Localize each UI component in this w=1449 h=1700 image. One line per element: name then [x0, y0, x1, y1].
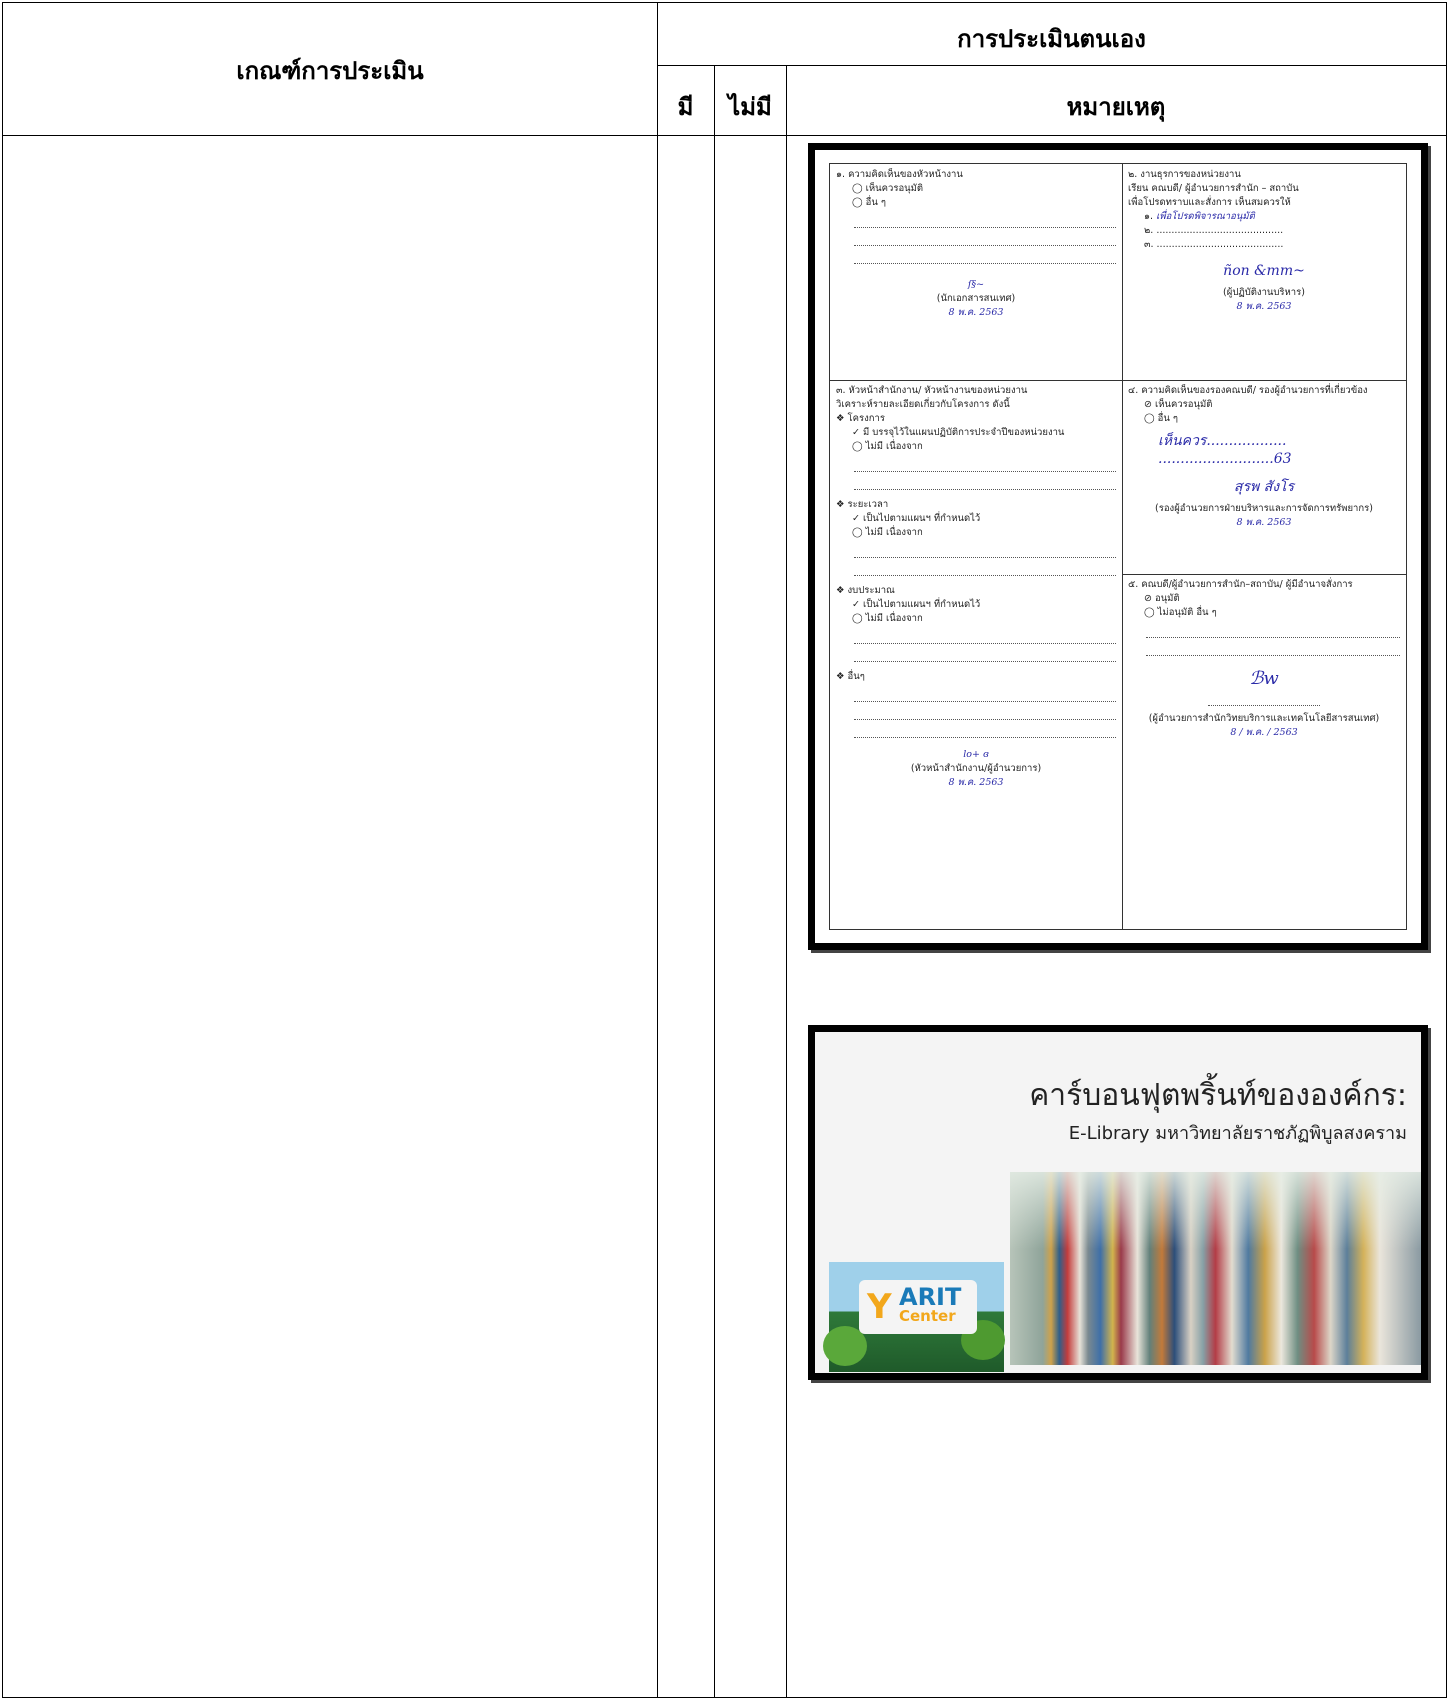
s2-title: ๒. งานธุรการของหน่วยงาน	[1128, 169, 1241, 180]
s4-handwritten-note: เห็นควร.................................…	[1158, 433, 1292, 467]
s2-line1: เรียน คณบดี/ ผู้อำนวยการสำนัก – สถาบัน	[1128, 183, 1299, 194]
s3-line1: วิเคราะห์รายละเอียดเกี่ยวกับโครงการ ดังน…	[836, 399, 1010, 410]
s3-period-opt2: ◯ ไม่มี เนื่องจาก	[852, 527, 923, 538]
column-divider-yes	[714, 65, 715, 1697]
scanned-approval-form: ๑. ความคิดเห็นของหัวหน้างาน ◯ เห็นควรอนุ…	[808, 143, 1428, 950]
self-assessment-header: การประเมินตนเอง	[957, 25, 1146, 53]
section-project-analysis: ๓. หัวหน้าสำนักงาน/ หัวหน้างานของหน่วยงา…	[830, 380, 1122, 929]
s2-signature: ñon &mm~	[1223, 263, 1305, 279]
s2-item3: ๓. .....................................…	[1144, 239, 1284, 250]
s5-option-reject: ◯ ไม่อนุมัติ อื่น ๆ	[1144, 607, 1217, 618]
s3-project-opt2: ◯ ไม่มี เนื่องจาก	[852, 441, 923, 452]
s3-project: ❖ โครงการ	[836, 413, 885, 424]
section-admin: ๒. งานธุรการของหน่วยงาน เรียน คณบดี/ ผู้…	[1122, 164, 1406, 380]
s5-option-approve: ⊘ อนุมัติ	[1144, 593, 1180, 604]
s3-budget: ❖ งบประมาณ	[836, 585, 895, 596]
s1-option-other: ◯ อื่น ๆ	[852, 197, 886, 208]
s4-date: 8 พ.ค. 2563	[1236, 517, 1292, 528]
s3-signature: lo+ ɞ	[963, 749, 989, 760]
yes-header: มี	[677, 93, 694, 121]
s3-period-opt1: ✓ เป็นไปตามแผนฯ ที่กำหนดไว้	[852, 513, 981, 524]
carbon-footprint-banner: คาร์บอนฟุตพริ้นท์ขององค์กร: E-Library มห…	[808, 1025, 1428, 1380]
s1-sign-label: (นักเอกสารสนเทศ)	[936, 293, 1016, 304]
remark-header: หมายเหตุ	[1066, 93, 1166, 121]
s5-title: ๕. คณบดี/ผู้อำนวยการสำนัก–สถาบัน/ ผู้มีอ…	[1128, 579, 1353, 590]
s2-item1: ๑. เพื่อโปรดพิจารณาอนุมัติ	[1144, 211, 1255, 222]
s1-option-approve: ◯ เห็นควรอนุมัติ	[852, 183, 924, 194]
s1-signature: ſ§~	[967, 279, 985, 290]
logo-text-center: Center	[899, 1307, 956, 1325]
s4-option-other: ◯ อื่น ๆ	[1144, 413, 1178, 424]
s5-sign-label: (ผู้อำนวยการสำนักวิทยบริการและเทคโนโลยีส…	[1148, 713, 1380, 724]
s2-sign-label: (ผู้ปฏิบัติงานบริหาร)	[1223, 287, 1305, 298]
no-header: ไม่มี	[728, 93, 772, 121]
s3-budget-opt1: ✓ เป็นไปตามแผนฯ ที่กำหนดไว้	[852, 599, 981, 610]
s5-date: 8 / พ.ค. / 2563	[1230, 727, 1298, 738]
s1-title: ๑. ความคิดเห็นของหัวหน้างาน	[836, 169, 963, 180]
s2-line2: เพื่อโปรดทราบและสั่งการ เห็นสมควรให้	[1128, 197, 1291, 208]
arit-center-logo: Y ARIT Center	[823, 1262, 1005, 1372]
section-deputy-opinion: ๔. ความคิดเห็นของรองคณบดี/ รองผู้อำนวยกา…	[1122, 380, 1406, 574]
banner-subtitle: E-Library มหาวิทยาลัยราชภัฏพิบูลสงคราม	[1068, 1123, 1407, 1144]
s3-budget-opt2: ◯ ไม่มี เนื่องจาก	[852, 613, 923, 624]
column-divider-criteria	[657, 3, 658, 1697]
s2-item2: ๒. .....................................…	[1144, 225, 1284, 236]
s3-title: ๓. หัวหน้าสำนักงาน/ หัวหน้างานของหน่วยงา…	[836, 385, 1028, 396]
header-divider-body	[3, 135, 1446, 136]
s5-signature: ℬw	[1249, 668, 1279, 689]
criteria-header: เกณฑ์การประเมิน	[236, 57, 424, 85]
s3-date: 8 พ.ค. 2563	[948, 777, 1004, 788]
s4-title: ๔. ความคิดเห็นของรองคณบดี/ รองผู้อำนวยกา…	[1128, 385, 1368, 396]
banner-title: คาร์บอนฟุตพริ้นท์ขององค์กร:	[1029, 1078, 1407, 1113]
section-director-decision: ๕. คณบดี/ผู้อำนวยการสำนัก–สถาบัน/ ผู้มีอ…	[1122, 574, 1406, 929]
s3-other: ❖ อื่นๆ	[836, 671, 865, 682]
s4-signature: สุรพ สังโร	[1233, 479, 1295, 495]
s2-date: 8 พ.ค. 2563	[1236, 301, 1292, 312]
s3-sign-label: (หัวหน้าสำนักงาน/ผู้อำนวยการ)	[910, 763, 1042, 774]
section-head-opinion: ๑. ความคิดเห็นของหัวหน้างาน ◯ เห็นควรอนุ…	[830, 164, 1122, 380]
library-shelves-photo	[1010, 1172, 1421, 1365]
column-divider-no	[786, 65, 787, 1697]
s4-option-approve: ⊘ เห็นควรอนุมัติ	[1144, 399, 1213, 410]
s4-sign-label: (รองผู้อำนวยการฝ่ายบริหารและการจัดการทรั…	[1155, 503, 1373, 514]
s3-project-opt1: ✓ มี บรรจุไว้ในแผนปฏิบัติการประจำปีของหน…	[852, 427, 1065, 438]
form-body: ๑. ความคิดเห็นของหัวหน้างาน ◯ เห็นควรอนุ…	[829, 163, 1407, 930]
header-divider-self	[657, 65, 1446, 66]
s3-period: ❖ ระยะเวลา	[836, 499, 889, 510]
s1-date: 8 พ.ค. 2563	[948, 307, 1004, 318]
